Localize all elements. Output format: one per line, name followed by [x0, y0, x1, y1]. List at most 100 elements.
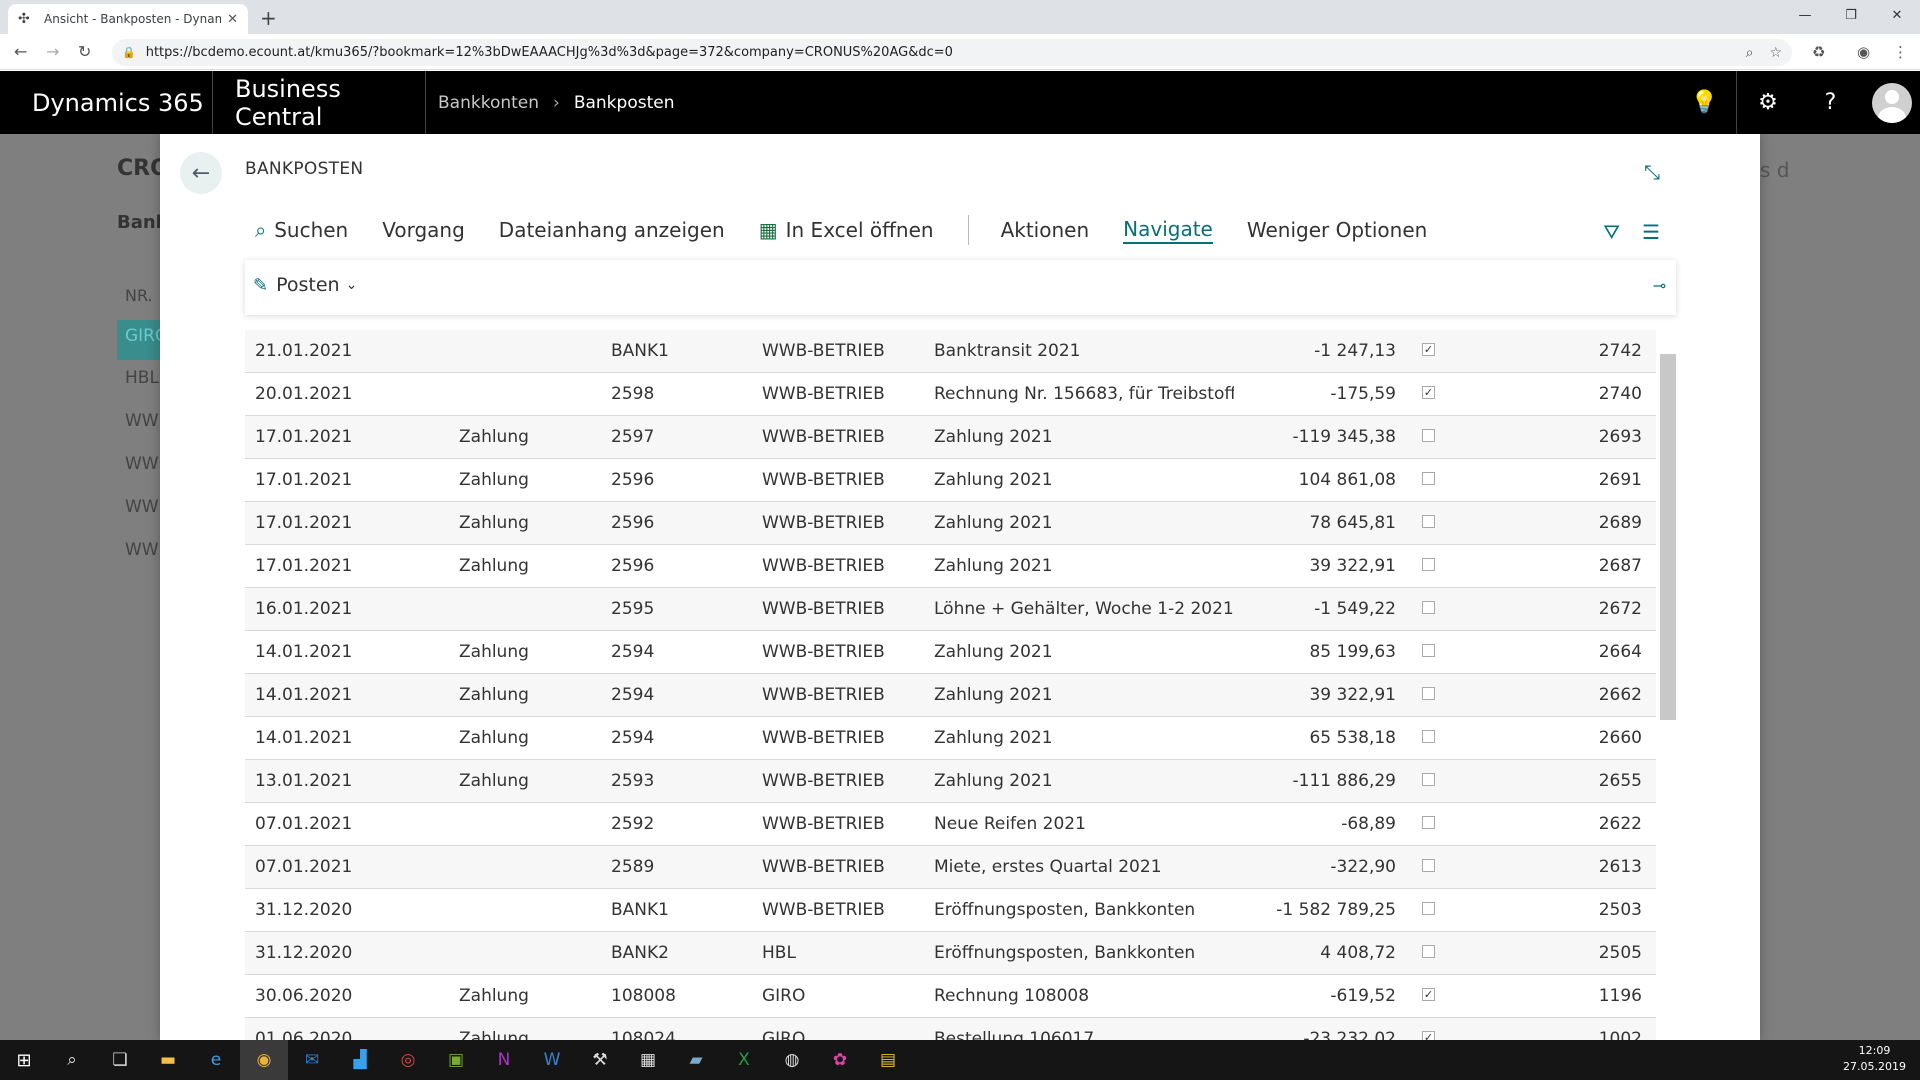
calculator-icon[interactable]: ▦ [624, 1040, 672, 1080]
scrollbar[interactable] [1660, 352, 1676, 1040]
notes-icon[interactable]: ▰ [672, 1040, 720, 1080]
lightbulb-icon[interactable]: 💡 [1673, 71, 1736, 134]
search-button[interactable]: ⌕ Suchen [255, 218, 348, 242]
chrome-icon[interactable]: ◉ [240, 1040, 288, 1080]
gear-icon[interactable]: ⚙ [1736, 71, 1799, 134]
avatar[interactable] [1872, 82, 1912, 123]
reload-icon[interactable]: ↻ [78, 42, 91, 61]
table-row[interactable]: 31.12.2020 BANK2 HBL Eröffnungsposten, Bank… [245, 932, 1656, 975]
file-explorer-icon[interactable]: ▬ [144, 1040, 192, 1080]
bookmark-star-icon[interactable]: ☆ [1769, 45, 1782, 61]
posten-dropdown[interactable]: ✎ Posten ⌄ [253, 274, 357, 296]
close-tab-icon[interactable]: ✕ [227, 12, 238, 27]
edge-icon[interactable]: e [192, 1040, 240, 1080]
windows-start-icon[interactable]: ⊞ [0, 1040, 48, 1080]
reconciled-checkbox[interactable] [1422, 859, 1435, 872]
reconciled-checkbox[interactable] [1422, 429, 1435, 442]
table-row[interactable]: 07.01.2021 2592 WWB-BETRIEB Neue Reifen 202… [245, 803, 1656, 846]
restore-icon[interactable]: ❐ [1828, 0, 1874, 30]
cell-document-type: Zahlung [459, 642, 529, 662]
outlook-icon[interactable]: ✉ [288, 1040, 336, 1080]
table-row[interactable]: 14.01.2021 Zahlung 2594 WWB-BETRIEB Zahlung … [245, 631, 1656, 674]
close-window-icon[interactable]: ✕ [1874, 0, 1920, 30]
chart-app-icon[interactable]: ▟ [336, 1040, 384, 1080]
table-row[interactable]: 07.01.2021 2589 WWB-BETRIEB Miete, erstes Q… [245, 846, 1656, 889]
filter-icon[interactable]: ⛛ [1603, 220, 1620, 244]
vorgang-button[interactable]: Vorgang [382, 218, 465, 242]
table-row[interactable]: 13.01.2021 Zahlung 2593 WWB-BETRIEB Zahlung … [245, 760, 1656, 803]
browser-tab[interactable]: ✣ Ansicht - Bankposten - Dynamics ✕ [8, 4, 248, 34]
cell-account: WWB-BETRIEB [762, 341, 885, 361]
reconciled-checkbox[interactable]: ✓ [1422, 386, 1435, 399]
back-icon[interactable]: ← [14, 42, 27, 61]
table-row[interactable]: 01.06.2020 Zahlung 108024 GIRO Bestellung 10… [245, 1018, 1656, 1040]
search-icon[interactable]: ⌕ [48, 1040, 96, 1080]
table-row[interactable]: 17.01.2021 Zahlung 2596 WWB-BETRIEB Zahlung … [245, 545, 1656, 588]
table-row[interactable]: 21.01.2021 BANK1 WWB-BETRIEB Banktransit 20… [245, 330, 1656, 373]
reconciled-checkbox[interactable] [1422, 472, 1435, 485]
reconciled-checkbox[interactable] [1422, 945, 1435, 958]
url-field[interactable]: 🔒 https://bcdemo.ecount.at/kmu365/?bookm… [112, 39, 1792, 66]
cell-posting-date: 14.01.2021 [255, 728, 353, 748]
table-row[interactable]: 30.06.2020 Zahlung 108008 GIRO Rechnung 1080… [245, 975, 1656, 1018]
lock-app-icon[interactable]: ◍ [768, 1040, 816, 1080]
table-row[interactable]: 14.01.2021 Zahlung 2594 WWB-BETRIEB Zahlung … [245, 717, 1656, 760]
app-icon[interactable]: ◎ [384, 1040, 432, 1080]
reconciled-checkbox[interactable] [1422, 601, 1435, 614]
attachment-button[interactable]: Dateianhang anzeigen [499, 218, 725, 242]
cell-entry-no: 2689 [1598, 513, 1642, 533]
system-clock[interactable]: 12:09 27.05.2019 [1843, 1043, 1906, 1075]
action-divider [967, 215, 969, 245]
breadcrumb-bankkonten[interactable]: Bankkonten [438, 93, 539, 113]
extension-icon[interactable]: ♻ [1812, 43, 1825, 61]
table-row[interactable]: 14.01.2021 Zahlung 2594 WWB-BETRIEB Zahlung … [245, 674, 1656, 717]
task-view-icon[interactable]: ❏ [96, 1040, 144, 1080]
aktionen-button[interactable]: Aktionen [1001, 218, 1090, 242]
list-view-icon[interactable]: ☰ [1642, 220, 1660, 244]
cell-document-no: BANK1 [611, 341, 669, 361]
navigate-button[interactable]: Navigate [1123, 216, 1213, 244]
pin-icon[interactable]: ⊸ [1653, 276, 1666, 295]
reconciled-checkbox[interactable] [1422, 687, 1435, 700]
table-row[interactable]: 17.01.2021 Zahlung 2596 WWB-BETRIEB Zahlung … [245, 502, 1656, 545]
reconciled-checkbox[interactable]: ✓ [1422, 988, 1435, 1001]
reconciled-checkbox[interactable] [1422, 515, 1435, 528]
reconciled-checkbox[interactable] [1422, 558, 1435, 571]
collapse-icon[interactable]: ⤡ [1644, 160, 1660, 184]
product-name[interactable]: Dynamics 365 [0, 71, 213, 134]
table-row[interactable]: 31.12.2020 BANK1 WWB-BETRIEB Eröffnungspost… [245, 889, 1656, 932]
module-name[interactable]: Business Central [213, 71, 426, 134]
onenote-icon[interactable]: N [480, 1040, 528, 1080]
profile-icon[interactable]: ◉ [1857, 43, 1870, 61]
excel-icon[interactable]: X [720, 1040, 768, 1080]
reconciled-checkbox[interactable]: ✓ [1422, 343, 1435, 356]
reconciled-checkbox[interactable]: ✓ [1422, 1031, 1435, 1040]
folder-icon[interactable]: ▤ [864, 1040, 912, 1080]
excel-label: In Excel öffnen [785, 218, 934, 242]
reconciled-checkbox[interactable] [1422, 644, 1435, 657]
scrollbar-thumb[interactable] [1660, 354, 1676, 720]
table-row[interactable]: 17.01.2021 Zahlung 2596 WWB-BETRIEB Zahlung … [245, 459, 1656, 502]
tools-icon[interactable]: ⚒ [576, 1040, 624, 1080]
excel-button[interactable]: ▦ In Excel öffnen [759, 218, 934, 242]
fewer-options-button[interactable]: Weniger Optionen [1247, 218, 1427, 242]
reconciled-checkbox[interactable] [1422, 730, 1435, 743]
table-row[interactable]: 20.01.2021 2598 WWB-BETRIEB Rechnung Nr. 15… [245, 373, 1656, 416]
forward-icon[interactable]: → [46, 42, 59, 61]
minimize-icon[interactable]: — [1782, 0, 1828, 30]
entries-table: 21.01.2021 BANK1 WWB-BETRIEB Banktransit 20… [245, 330, 1656, 1040]
reconciled-checkbox[interactable] [1422, 902, 1435, 915]
table-row[interactable]: 17.01.2021 Zahlung 2597 WWB-BETRIEB Zahlung … [245, 416, 1656, 459]
back-button[interactable]: ← [180, 152, 222, 194]
browser-tab-bar: ✣ Ansicht - Bankposten - Dynamics ✕ + — … [0, 0, 1920, 34]
photos-icon[interactable]: ✿ [816, 1040, 864, 1080]
new-tab-icon[interactable]: + [260, 6, 277, 30]
zoom-icon[interactable]: ⌕ [1746, 45, 1754, 61]
project-icon[interactable]: ▣ [432, 1040, 480, 1080]
menu-dots-icon[interactable]: ⋮ [1893, 43, 1908, 61]
table-row[interactable]: 16.01.2021 2595 WWB-BETRIEB Löhne + Gehälte… [245, 588, 1656, 631]
reconciled-checkbox[interactable] [1422, 816, 1435, 829]
word-icon[interactable]: W [528, 1040, 576, 1080]
reconciled-checkbox[interactable] [1422, 773, 1435, 786]
help-icon[interactable]: ? [1799, 71, 1862, 134]
